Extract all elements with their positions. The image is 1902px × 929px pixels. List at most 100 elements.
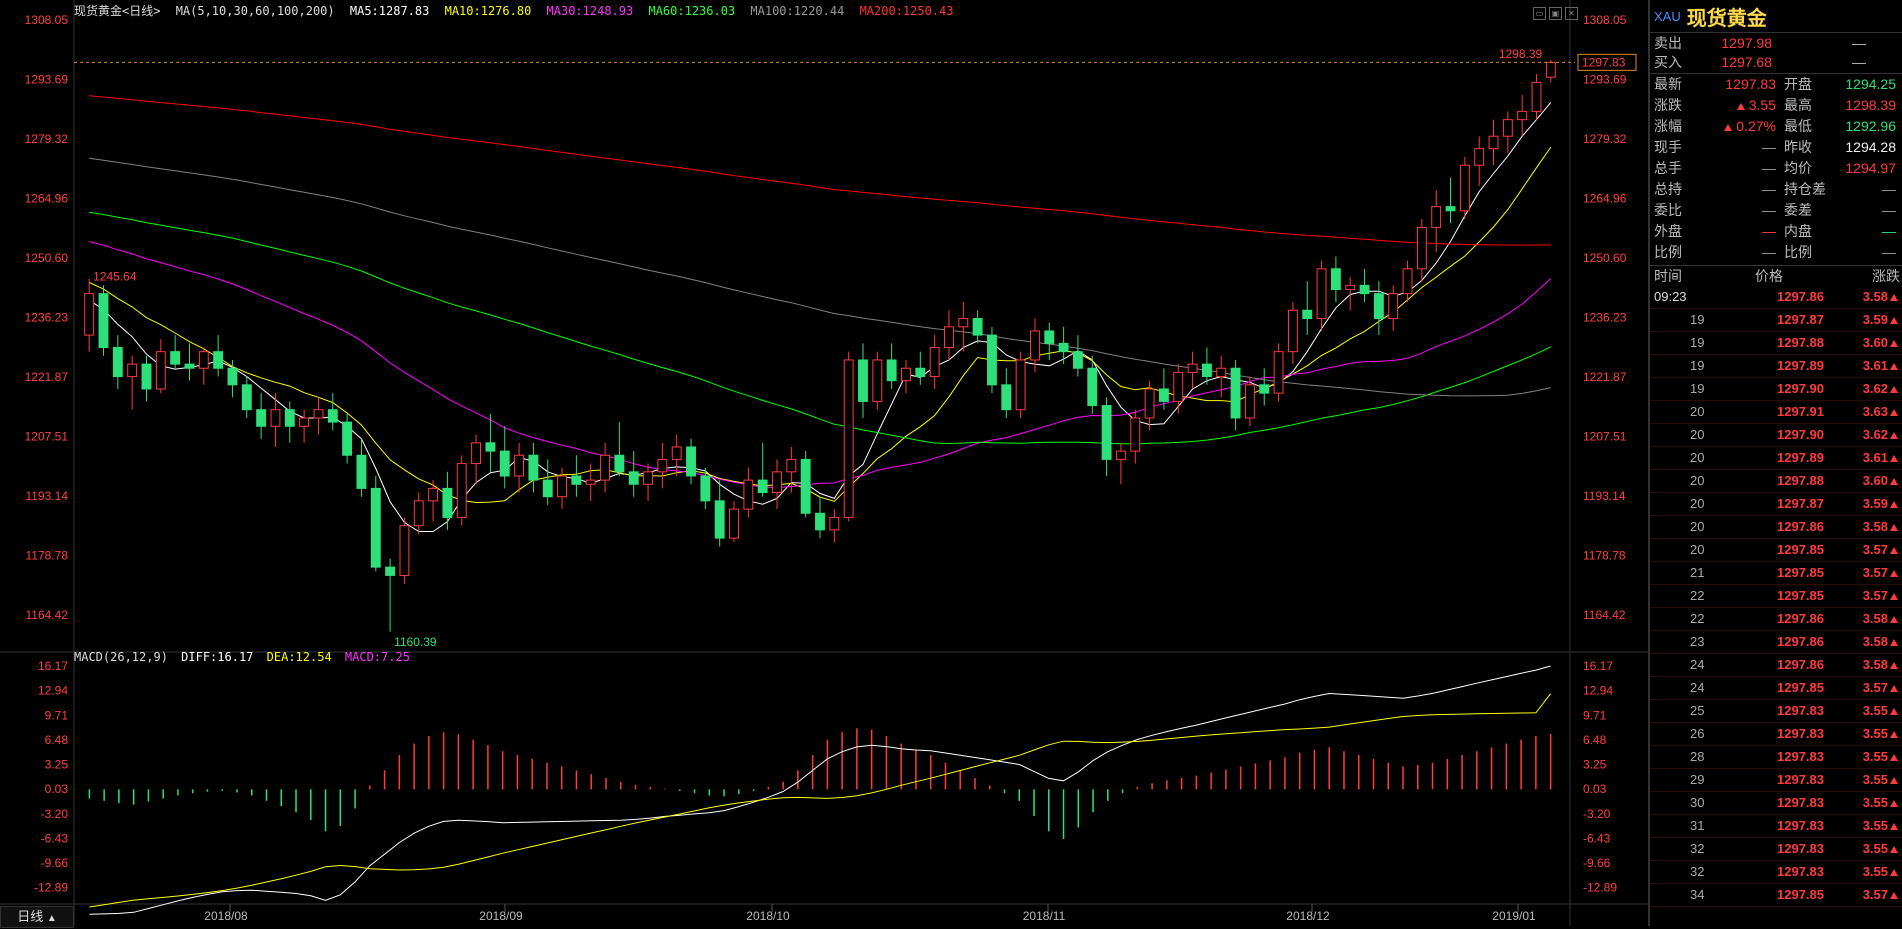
stat-label: 比例 [1654,244,1682,260]
up-arrow-icon [1890,294,1898,301]
tick-row[interactable]: 24 1297.86 3.58 [1650,654,1902,677]
price-axis-label-right: 1293.69 [1583,72,1627,86]
tick-change-value: 3.58 [1862,519,1888,534]
close-icon[interactable]: ✕ [1565,7,1578,20]
stat-value: 1297.83 [1725,76,1776,92]
price-axis-label-left: 1178.78 [26,549,69,563]
candle-body [1302,309,1313,320]
tick-price: 1297.85 [1777,588,1824,603]
tick-time: 32 [1690,841,1705,856]
up-arrow-icon [1736,103,1745,110]
candle-body [743,479,754,510]
tick-change-value: 3.57 [1862,542,1888,557]
tick-row[interactable]: 20 1297.89 3.61 [1650,447,1902,470]
buy-volume: — [1852,53,1866,70]
candle-body [643,471,653,485]
candle-body [514,454,525,477]
period-selector-button[interactable]: 日线 ▲ [0,906,74,928]
tick-row[interactable]: 26 1297.83 3.55 [1650,723,1902,746]
candle-body [786,458,797,473]
tick-change: 3.63 [1824,401,1902,423]
tick-row[interactable]: 31 1297.83 3.55 [1650,815,1902,838]
tick-row[interactable]: 32 1297.83 3.55 [1650,838,1902,861]
candle-body [84,293,95,336]
tick-row[interactable]: 19 1297.88 3.60 [1650,332,1902,355]
candle-body [198,351,209,369]
tick-price: 1297.88 [1777,473,1824,488]
tick-change: 3.60 [1824,470,1902,492]
tick-row[interactable]: 20 1297.85 3.57 [1650,539,1902,562]
kline-chart-area[interactable]: 1308.05 1308.05 1293.69 1293.69 1279.32 1279.… [0,0,1648,928]
tick-row[interactable]: 23 1297.86 3.58 [1650,631,1902,654]
tick-time: 26 [1690,726,1705,741]
tick-change: 3.59 [1824,309,1902,331]
candle-body [284,409,295,427]
tick-change: 3.58 [1824,516,1902,538]
up-arrow-icon [1890,892,1898,899]
up-arrow-icon [1890,547,1898,554]
ma200-value: MA200:1250.43 [859,4,954,18]
candle-body [829,516,840,531]
tick-change: 3.55 [1824,700,1902,722]
stat-value: 1292.96 [1845,118,1896,134]
tick-row[interactable]: 22 1297.85 3.57 [1650,585,1902,608]
candle-body [141,363,152,390]
tick-row[interactable]: 20 1297.88 3.60 [1650,470,1902,493]
tick-row[interactable]: 19 1297.89 3.61 [1650,355,1902,378]
candle-body [1072,351,1083,369]
tick-change-value: 3.62 [1862,381,1888,396]
tick-price: 1297.83 [1777,772,1824,787]
stat-label: 最高 [1784,97,1812,113]
candle-body [972,318,983,336]
tick-row[interactable]: 20 1297.90 3.62 [1650,424,1902,447]
ma60-line [89,211,1552,445]
tick-row[interactable]: 24 1297.85 3.57 [1650,677,1902,700]
tick-row[interactable]: 19 1297.87 3.59 [1650,309,1902,332]
tick-change: 3.55 [1824,792,1902,814]
stat-label: 最新 [1654,76,1682,92]
ma30-value: MA30:1248.93 [546,4,634,18]
stat-value: 1298.39 [1845,97,1896,113]
tick-list[interactable]: 09:23 1297.86 3.58 19 1297.87 3.59 19 1297.88 3.… [1650,286,1902,907]
candle-body [557,475,568,498]
tick-row[interactable]: 32 1297.83 3.55 [1650,861,1902,884]
tick-row[interactable]: 20 1297.86 3.58 [1650,516,1902,539]
buy-price: 1297.68 [1721,53,1772,70]
tick-row[interactable]: 25 1297.83 3.55 [1650,700,1902,723]
up-arrow-icon [1890,616,1898,623]
maximize-icon[interactable]: ▣ [1549,7,1562,20]
tick-row[interactable]: 09:23 1297.86 3.58 [1650,286,1902,309]
instrument-label: 现货黄金<日线> [74,4,161,18]
restore-icon[interactable]: ▭ [1533,7,1546,20]
tick-change: 3.60 [1824,332,1902,354]
up-arrow-icon [1890,340,1898,347]
tick-price: 1297.89 [1777,450,1824,465]
tick-time: 20 [1690,404,1705,419]
candle-body [1201,363,1212,378]
candle-body [1259,384,1270,394]
tick-row[interactable]: 22 1297.86 3.58 [1650,608,1902,631]
candle-body [1287,309,1298,353]
stat-label: 委差 [1784,202,1812,218]
stat-label: 均价 [1784,160,1812,176]
candle-body [1130,417,1141,452]
macd-axis-label-right: 12.94 [1583,684,1613,698]
tick-row[interactable]: 30 1297.83 3.55 [1650,792,1902,815]
tick-row[interactable]: 20 1297.87 3.59 [1650,493,1902,516]
tick-row[interactable]: 34 1297.85 3.57 [1650,884,1902,907]
tick-time: 20 [1690,450,1705,465]
kline-chart-svg[interactable]: 1308.05 1308.05 1293.69 1293.69 1279.32 1279.… [0,0,1648,926]
candle-body [1345,284,1356,291]
tick-price: 1297.83 [1777,749,1824,764]
candle-body [313,409,324,419]
tick-row[interactable]: 20 1297.91 3.63 [1650,401,1902,424]
candle-body [1488,135,1499,150]
tick-row[interactable]: 19 1297.90 3.62 [1650,378,1902,401]
tick-row[interactable]: 28 1297.83 3.55 [1650,746,1902,769]
stat-value: 3.55 [1714,95,1784,116]
tick-change-value: 3.57 [1862,588,1888,603]
tick-row[interactable]: 21 1297.85 3.57 [1650,562,1902,585]
up-arrow-icon [1890,777,1898,784]
tick-row[interactable]: 29 1297.83 3.55 [1650,769,1902,792]
candle-body [98,293,109,349]
